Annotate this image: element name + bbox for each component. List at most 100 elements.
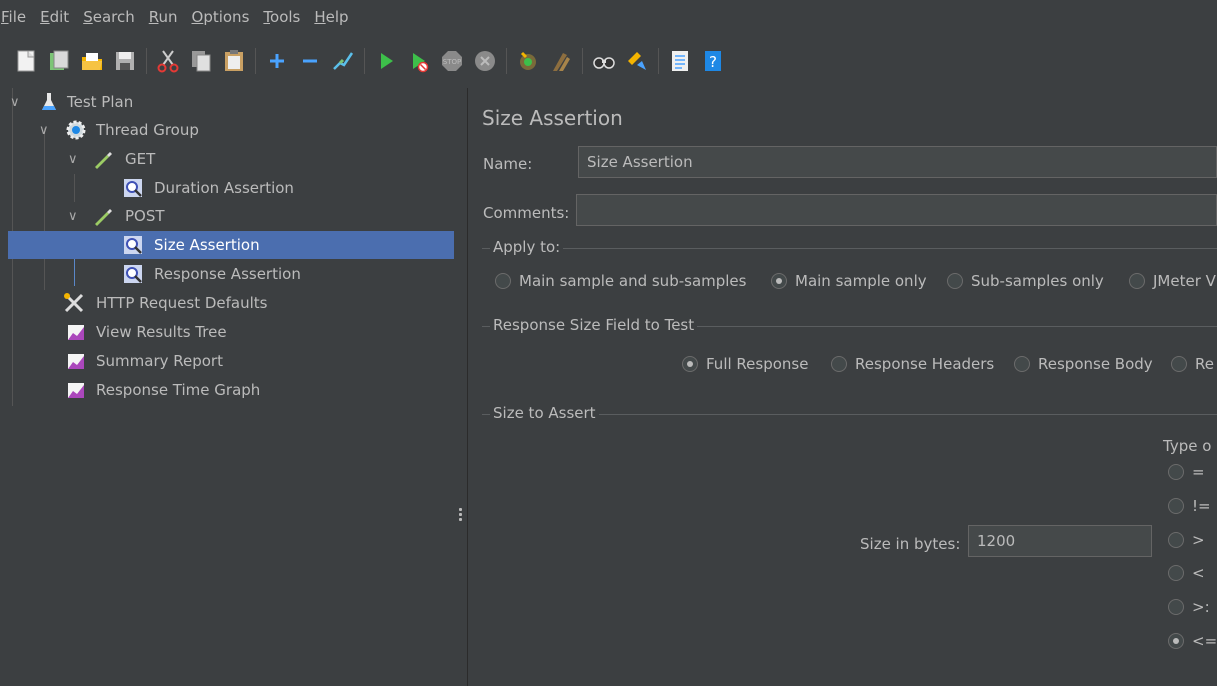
tree-item-label: Duration Assertion: [154, 179, 294, 197]
radio-sub-only[interactable]: Sub-samples only: [947, 272, 1104, 290]
radio-circle[interactable]: [682, 356, 698, 372]
apply-to-title: Apply to:: [490, 238, 564, 256]
size-in-bytes-field[interactable]: 1200: [968, 525, 1152, 557]
stop-icon[interactable]: STOP: [440, 49, 464, 73]
tree-item-label: Thread Group: [96, 121, 199, 139]
radio-circle[interactable]: [495, 273, 511, 289]
pipette-icon: [92, 205, 114, 227]
templates-icon[interactable]: [47, 49, 71, 73]
search-icon[interactable]: [592, 49, 616, 73]
tree-item-label: POST: [125, 207, 165, 225]
radio-label: >: [1192, 531, 1205, 549]
menu-help[interactable]: Help: [314, 8, 348, 26]
start-no-pauses-icon[interactable]: [407, 49, 431, 73]
tree-item-label: HTTP Request Defaults: [96, 294, 268, 312]
menu-search[interactable]: Search: [83, 8, 135, 26]
radio-circle[interactable]: [1168, 532, 1184, 548]
tree-item-label: Response Assertion: [154, 265, 301, 283]
svg-text:STOP: STOP: [443, 58, 461, 66]
radio-full-response[interactable]: Full Response: [682, 355, 808, 373]
expand-icon[interactable]: [265, 49, 289, 73]
radio-circle[interactable]: [1168, 565, 1184, 581]
radio-circle[interactable]: [1014, 356, 1030, 372]
tree-item-response-assertion[interactable]: Response Assertion: [8, 260, 454, 288]
split-pane-divider[interactable]: [454, 88, 468, 686]
magnifier-icon: [122, 177, 144, 199]
menu-edit[interactable]: Edit: [40, 8, 69, 26]
chevron-down-icon[interactable]: ∨: [10, 95, 24, 110]
tree-item-thread-group[interactable]: ∨ Thread Group: [8, 116, 454, 144]
help-icon[interactable]: ?: [701, 49, 725, 73]
clear-all-icon[interactable]: [549, 49, 573, 73]
radio-response-body[interactable]: Response Body: [1014, 355, 1153, 373]
chevron-down-icon[interactable]: ∨: [68, 209, 82, 224]
open-icon[interactable]: [80, 49, 104, 73]
radio-circle[interactable]: [1168, 599, 1184, 615]
graph-icon: [65, 350, 87, 372]
magnifier-icon: [122, 234, 144, 256]
radio-label: Response Body: [1038, 355, 1153, 373]
tree-item-summary-report[interactable]: Summary Report: [8, 347, 454, 375]
radio-op-equal[interactable]: =: [1168, 463, 1205, 481]
tree-item-view-results-tree[interactable]: View Results Tree: [8, 318, 454, 346]
radio-circle[interactable]: [1168, 498, 1184, 514]
tree-item-response-time-graph[interactable]: Response Time Graph: [8, 376, 454, 404]
comments-label: Comments:: [483, 204, 570, 222]
radio-op-less-equal[interactable]: <=: [1168, 632, 1217, 650]
cut-icon[interactable]: [156, 49, 180, 73]
name-field[interactable]: Size Assertion: [578, 146, 1217, 178]
radio-op-not-equal[interactable]: !=: [1168, 497, 1211, 515]
tree-item-get[interactable]: ∨ GET: [8, 145, 454, 173]
save-icon[interactable]: [113, 49, 137, 73]
radio-op-less[interactable]: <: [1168, 564, 1205, 582]
drag-handle-icon[interactable]: [459, 508, 462, 523]
tree-item-post[interactable]: ∨ POST: [8, 202, 454, 230]
toolbar-separator: [506, 48, 507, 74]
tree-item-label: GET: [125, 150, 156, 168]
reset-search-icon[interactable]: [625, 49, 649, 73]
tree-item-http-request-defaults[interactable]: HTTP Request Defaults: [8, 289, 454, 317]
function-helper-icon[interactable]: [668, 49, 692, 73]
radio-circle[interactable]: [1129, 273, 1145, 289]
radio-circle[interactable]: [1168, 633, 1184, 649]
radio-op-greater[interactable]: >: [1168, 531, 1205, 549]
radio-main-only[interactable]: Main sample only: [771, 272, 927, 290]
radio-circle[interactable]: [771, 273, 787, 289]
collapse-icon[interactable]: [298, 49, 322, 73]
radio-circle[interactable]: [947, 273, 963, 289]
paste-icon[interactable]: [222, 49, 246, 73]
clear-icon[interactable]: [516, 49, 540, 73]
radio-jmeter-variable[interactable]: JMeter V: [1129, 272, 1216, 290]
comments-field[interactable]: [576, 194, 1217, 226]
menu-file[interactable]: File: [0, 8, 26, 26]
toggle-icon[interactable]: [331, 49, 355, 73]
tree-item-label: Size Assertion: [154, 236, 260, 254]
menu-tools[interactable]: Tools: [263, 8, 300, 26]
shutdown-icon[interactable]: [473, 49, 497, 73]
radio-label: JMeter V: [1153, 272, 1216, 290]
radio-response-code[interactable]: Re: [1171, 355, 1214, 373]
radio-op-greater-equal[interactable]: >:: [1168, 598, 1210, 616]
radio-circle[interactable]: [1168, 464, 1184, 480]
new-icon[interactable]: [14, 49, 38, 73]
menu-run[interactable]: Run: [149, 8, 178, 26]
tree-item-duration-assertion[interactable]: Duration Assertion: [8, 174, 454, 202]
tree-item-size-assertion[interactable]: Size Assertion: [8, 231, 454, 259]
menu-options[interactable]: Options: [192, 8, 250, 26]
tree-item-test-plan[interactable]: ∨ Test Plan: [8, 88, 454, 116]
toolbar-separator: [582, 48, 583, 74]
radio-label: Re: [1195, 355, 1214, 373]
radio-label: Sub-samples only: [971, 272, 1104, 290]
chevron-down-icon[interactable]: ∨: [39, 123, 53, 138]
radio-label: =: [1192, 463, 1205, 481]
radio-response-headers[interactable]: Response Headers: [831, 355, 994, 373]
radio-main-and-sub[interactable]: Main sample and sub-samples: [495, 272, 746, 290]
radio-label: >:: [1192, 598, 1210, 616]
start-icon[interactable]: [374, 49, 398, 73]
pipette-icon: [92, 148, 114, 170]
copy-icon[interactable]: [189, 49, 213, 73]
chevron-down-icon[interactable]: ∨: [68, 152, 82, 167]
radio-circle[interactable]: [831, 356, 847, 372]
radio-circle[interactable]: [1171, 356, 1187, 372]
tree-item-label: View Results Tree: [96, 323, 227, 341]
